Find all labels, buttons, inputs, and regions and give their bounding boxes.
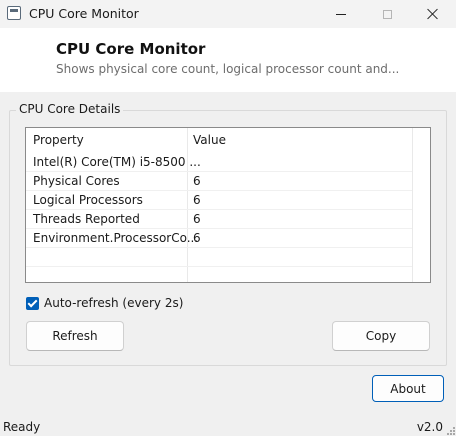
title-bar: CPU Core Monitor [0,0,456,28]
table-row[interactable]: Threads Reported 6 [26,210,430,229]
header-panel: CPU Core Monitor Shows physical core cou… [0,28,456,92]
status-bar: Ready v2.0 [0,419,456,436]
table-row[interactable]: Physical Cores 6 [26,172,430,191]
value-cell: 6 [193,231,201,245]
group-label: CPU Core Details [16,102,124,116]
table-row[interactable]: Intel(R) Core(TM) i5-8500 ... [26,153,430,172]
resize-grip[interactable] [447,427,455,435]
column-header-value[interactable]: Value [193,133,226,147]
close-icon [427,8,439,20]
table-row[interactable]: Environment.ProcessorCo... 6 [26,229,430,248]
header-title: CPU Core Monitor [56,40,206,58]
value-cell: 6 [193,193,201,207]
auto-refresh-label[interactable]: Auto-refresh (every 2s) [44,296,183,310]
about-button[interactable]: About [372,375,444,402]
maximize-button[interactable] [364,0,410,28]
value-cell: 6 [193,174,201,188]
property-cell: Logical Processors [33,193,143,207]
row-divider [26,247,412,248]
close-button[interactable] [410,0,456,28]
auto-refresh-checkbox[interactable] [26,297,39,310]
property-cell: Threads Reported [33,212,140,226]
copy-button[interactable]: Copy [332,321,430,351]
property-cell: Physical Cores [33,174,120,188]
column-header-property[interactable]: Property [33,133,84,147]
minimize-button[interactable] [318,0,364,28]
listview-header: Property Value [26,131,430,150]
property-cell: Environment.ProcessorCo... [33,231,199,245]
app-icon [7,6,21,20]
refresh-button[interactable]: Refresh [26,321,124,351]
value-cell: 6 [193,212,201,226]
window-title: CPU Core Monitor [29,6,139,21]
details-listview[interactable]: Property Value Intel(R) Core(TM) i5-8500… [25,127,431,283]
table-row[interactable]: Logical Processors 6 [26,191,430,210]
row-divider [26,266,412,267]
version-text: v2.0 [416,420,443,434]
minimize-icon [336,13,346,15]
property-cell: Intel(R) Core(TM) i5-8500 ... [33,155,201,169]
header-subtitle: Shows physical core count, logical proce… [56,62,400,76]
status-text: Ready [3,420,41,434]
maximize-icon [382,9,392,19]
